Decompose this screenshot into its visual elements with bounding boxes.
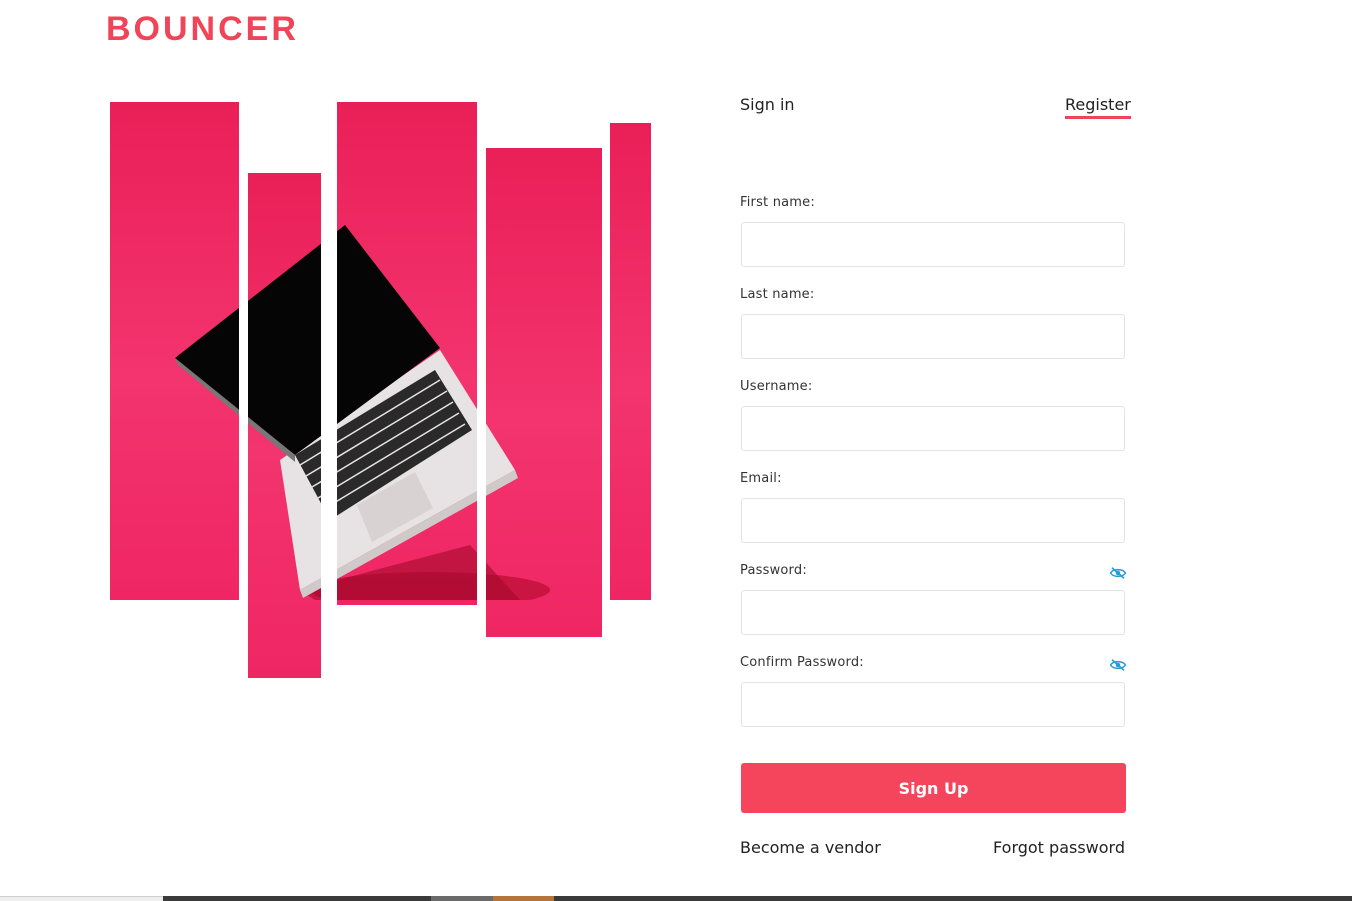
- username-input[interactable]: [741, 406, 1125, 451]
- sign-up-button[interactable]: Sign Up: [741, 763, 1126, 813]
- password-input[interactable]: [741, 590, 1125, 635]
- eye-slash-icon[interactable]: [1109, 658, 1127, 672]
- eye-slash-icon[interactable]: [1109, 566, 1127, 580]
- taskbar-segment: [431, 896, 493, 901]
- last-name-input[interactable]: [741, 314, 1125, 359]
- last-name-label: Last name:: [740, 287, 815, 302]
- hero-image: [0, 0, 700, 700]
- taskbar-segment: [493, 896, 554, 901]
- email-input[interactable]: [741, 498, 1125, 543]
- hero-strip: [610, 123, 651, 600]
- email-label: Email:: [740, 471, 782, 486]
- laptop-image: [337, 224, 477, 600]
- laptop-image: [486, 224, 551, 600]
- confirm-password-label: Confirm Password:: [740, 655, 864, 670]
- laptop-image: [248, 224, 321, 600]
- taskbar-segment: [0, 896, 163, 901]
- tab-sign-in[interactable]: Sign in: [740, 95, 795, 114]
- forgot-password-link[interactable]: Forgot password: [993, 838, 1125, 857]
- username-label: Username:: [740, 379, 813, 394]
- hero-strip: [337, 102, 477, 605]
- hero-strip: [248, 173, 321, 678]
- become-vendor-link[interactable]: Become a vendor: [740, 838, 881, 857]
- confirm-password-input[interactable]: [741, 682, 1125, 727]
- laptop-image: [174, 224, 239, 600]
- password-label: Password:: [740, 563, 807, 578]
- first-name-label: First name:: [740, 195, 815, 210]
- taskbar-edge: [0, 896, 1352, 901]
- tab-register[interactable]: Register: [1065, 95, 1131, 119]
- first-name-input[interactable]: [741, 222, 1125, 267]
- hero-strip: [110, 102, 239, 600]
- hero-strip: [486, 148, 602, 637]
